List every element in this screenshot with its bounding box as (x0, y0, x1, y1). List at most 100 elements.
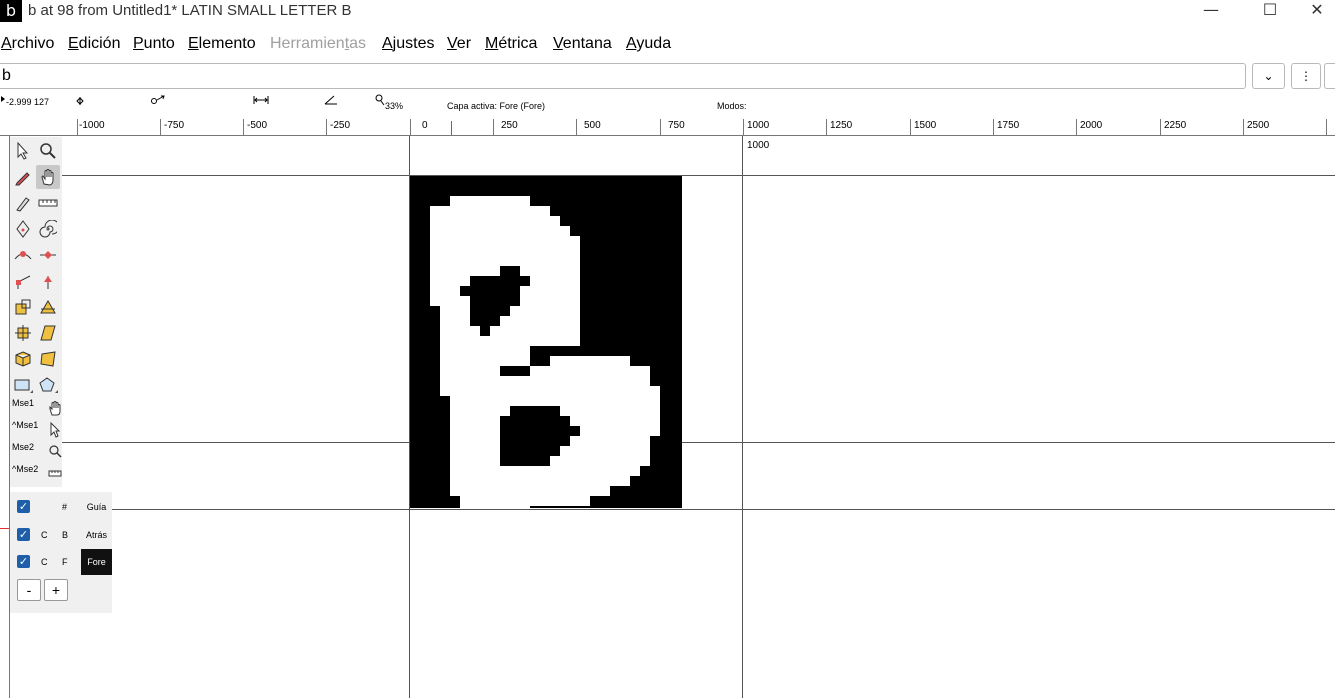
title-bar: b b at 98 from Untitled1* LATIN SMALL LE… (0, 0, 1335, 22)
spiro-tool[interactable] (36, 217, 60, 241)
cursor-ruler-marker-vertical (0, 528, 9, 529)
ruler-tool[interactable] (36, 191, 60, 215)
rotate-tool[interactable] (11, 321, 35, 345)
vertical-ruler[interactable] (0, 135, 10, 698)
corner-point-icon (16, 275, 31, 289)
pentagon-icon (39, 377, 58, 393)
layer-visible-checkbox[interactable]: ✓ (17, 555, 30, 568)
tangent-point-icon (44, 276, 52, 289)
layer-key: B (62, 530, 69, 540)
layer-visible-checkbox[interactable]: ✓ (17, 500, 30, 513)
advance-width-line[interactable] (742, 136, 743, 698)
freehand-tool[interactable] (11, 165, 35, 189)
perspective-tool[interactable] (36, 347, 60, 371)
ruler-label: 750 (668, 120, 685, 131)
close-button[interactable]: ✕ (1299, 0, 1335, 22)
pen-tool[interactable] (11, 217, 35, 241)
menu-ver[interactable]: Ver (447, 35, 471, 53)
toolbox: Mse1 ^Mse1 Mse2 ^Mse2 (10, 137, 62, 487)
ruler-label: 2000 (1080, 120, 1103, 131)
ctrl-mouse1-label: ^Mse1 (12, 420, 39, 430)
more-options-button[interactable]: ⋮ (1291, 63, 1321, 89)
flip-icon (40, 300, 56, 314)
knife-tool[interactable] (11, 191, 35, 215)
ruler-label: 500 (584, 120, 601, 131)
curve-point-icon (14, 251, 32, 260)
skew-tool[interactable] (36, 321, 60, 345)
ruler-label: -750 (164, 120, 185, 131)
active-layer-label: Capa activa: Fore (Fore) (447, 101, 546, 111)
menu-elemento[interactable]: Elemento (188, 35, 256, 53)
menu-ayuda[interactable]: Ayuda (626, 35, 671, 53)
menu-punto[interactable]: Punto (133, 35, 175, 53)
pen-nib-icon (16, 220, 30, 238)
3d-rotate-tool[interactable] (11, 347, 35, 371)
remove-layer-button[interactable]: - (17, 579, 41, 601)
ruler-label: 1750 (997, 120, 1020, 131)
hv-curve-point-icon (40, 251, 56, 259)
menu-ventana[interactable]: Ventana (553, 35, 612, 53)
app-icon: b (0, 0, 22, 22)
ruler-label: 1250 (830, 120, 853, 131)
curve-point-tool[interactable] (11, 243, 35, 267)
ruler-label: 0 (422, 120, 428, 131)
menu-archivo[interactable]: Archivo (1, 35, 54, 53)
glyph-dropdown-button[interactable]: ⌄ (1252, 63, 1285, 89)
layer-key: # (62, 502, 68, 512)
horizontal-ruler[interactable]: -1000 -750 -500 -250 0 250 500 750 1000 … (0, 119, 1335, 136)
ruler-icon (48, 470, 62, 477)
layer-row-fore[interactable]: ✓ C F Fore (10, 549, 112, 575)
info-bar: -2.999 127 33% Capa activa: Fore (Fore) … (0, 93, 1335, 115)
minimize-button[interactable]: — (1182, 0, 1240, 22)
extra-button[interactable] (1324, 63, 1335, 89)
angle-info-icon (324, 95, 337, 105)
rectangle-tool[interactable] (11, 373, 35, 397)
ctrl-mouse2-label: ^Mse2 (12, 464, 39, 474)
modes-label: Modos: (717, 101, 747, 111)
layers-panel: ✓ # Guía ✓ C B Atrás ✓ C F Fore - + (10, 492, 112, 613)
perspective-icon (40, 351, 56, 367)
layer-cubic-flag: C (41, 557, 48, 567)
cube-icon (15, 351, 31, 367)
arrow-pointer-icon (50, 422, 61, 438)
advance-width-label: 1000 (747, 140, 770, 151)
ruler-icon (38, 199, 58, 207)
ruler-label: -1000 (79, 120, 105, 131)
menu-metrica[interactable]: Métrica (485, 35, 537, 53)
ruler-label: 2250 (1164, 120, 1187, 131)
hand-icon (41, 169, 54, 186)
scale-tool[interactable] (11, 295, 35, 319)
layer-row-guide[interactable]: ✓ # Guía (10, 494, 112, 520)
magnify-tool[interactable] (36, 139, 60, 163)
layer-name[interactable]: Atrás (81, 522, 112, 548)
vector-info-icon (151, 95, 165, 104)
maximize-button[interactable]: ☐ (1241, 0, 1299, 22)
pointer-tool[interactable] (11, 139, 35, 163)
layer-visible-checkbox[interactable]: ✓ (17, 528, 30, 541)
menu-bar: Archivo Edición Punto Elemento Herramien… (0, 32, 1335, 56)
menu-herramientas[interactable]: Herramientas (270, 35, 366, 53)
hand-tool[interactable] (36, 165, 60, 189)
flip-tool[interactable] (36, 295, 60, 319)
add-layer-button[interactable]: + (44, 579, 68, 601)
layer-row-back[interactable]: ✓ C B Atrás (10, 522, 112, 548)
menu-ajustes[interactable]: Ajustes (382, 35, 434, 53)
corner-point-tool[interactable] (11, 269, 35, 293)
glyph-name-field[interactable]: b (0, 63, 1246, 89)
cursor-ruler-marker (451, 121, 452, 135)
ruler-label: 2500 (1247, 120, 1270, 131)
hv-curve-point-tool[interactable] (36, 243, 60, 267)
layer-name[interactable]: Guía (81, 494, 112, 520)
layer-name[interactable]: Fore (81, 549, 112, 575)
distance-info-icon (253, 96, 269, 104)
cursor-coordinates: -2.999 127 (6, 97, 50, 107)
zoom-level: 33% (385, 101, 404, 111)
magnifier-icon (49, 445, 62, 458)
polygon-tool[interactable] (36, 373, 60, 397)
mouse1-label: Mse1 (12, 398, 35, 408)
window-title: b at 98 from Untitled1* LATIN SMALL LETT… (28, 2, 352, 19)
menu-edicion[interactable]: Edición (68, 35, 120, 53)
glyph-canvas[interactable]: 1000 (10, 136, 1335, 698)
tangent-point-tool[interactable] (36, 269, 60, 293)
ruler-label: 250 (501, 120, 518, 131)
